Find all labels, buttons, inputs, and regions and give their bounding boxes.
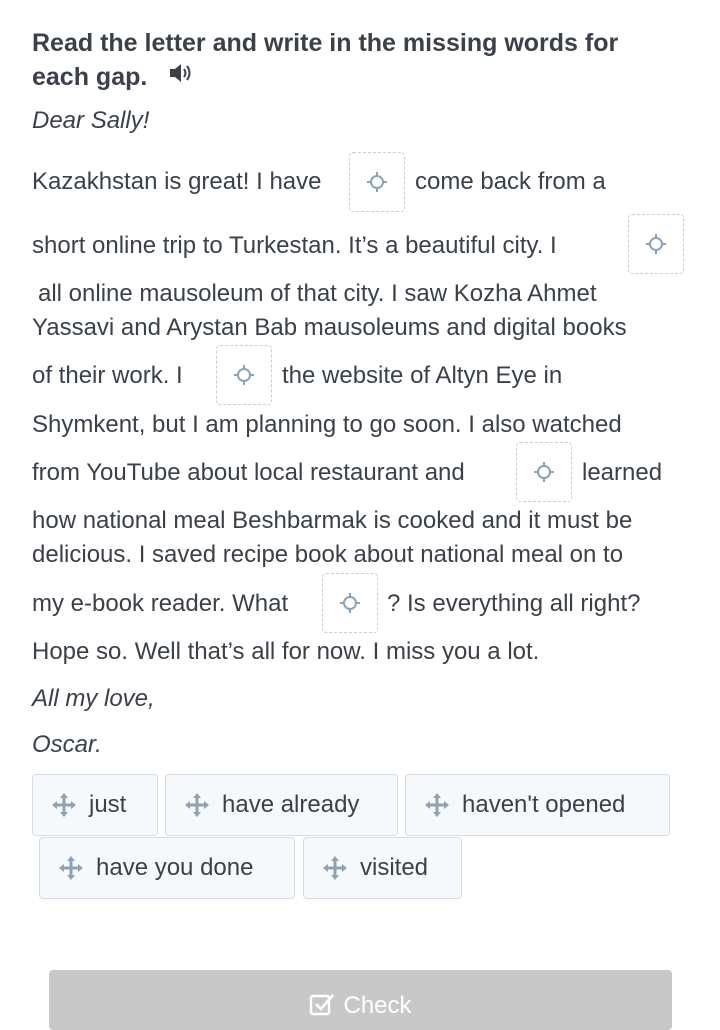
word-chip-just[interactable]: just (32, 774, 158, 836)
move-icon (51, 792, 77, 818)
word-chip-have-already[interactable]: have already (165, 774, 398, 836)
check-button[interactable]: Check (49, 970, 672, 1030)
instruction-line2: each gap. (32, 63, 148, 91)
letter-greeting: Dear Sally! (32, 107, 150, 134)
instruction-title: Read the letter and write in the missing… (32, 26, 682, 94)
move-icon (340, 593, 360, 613)
move-icon (367, 172, 387, 192)
letter-line: Shymkent, but I am planning to go soon. … (32, 411, 622, 438)
letter-line: learned (582, 459, 663, 486)
letter-line: all online mausoleum of that city. I saw… (38, 280, 597, 307)
word-chip-have-you-done[interactable]: have you done (39, 837, 295, 899)
word-chip-havent-opened[interactable]: haven't opened (405, 774, 670, 836)
letter-line: how national meal Beshbarmak is cooked a… (32, 507, 633, 534)
move-icon (646, 234, 666, 254)
word-chip-visited[interactable]: visited (303, 837, 462, 899)
gap-2[interactable] (628, 214, 684, 274)
gap-1[interactable] (349, 152, 405, 212)
gap-3[interactable] (216, 345, 272, 405)
word-chip-label: have you done (96, 854, 254, 881)
letter-line: Hope so. Well that’s all for now. I miss… (32, 638, 540, 665)
word-chip-label: have already (222, 791, 360, 818)
check-icon (310, 994, 335, 1016)
letter-line: come back from a (415, 168, 606, 195)
move-icon (322, 855, 348, 881)
letter-line: my e-book reader. What (32, 590, 289, 617)
gap-4[interactable] (516, 442, 572, 502)
move-icon (184, 792, 210, 818)
speaker-icon[interactable] (168, 59, 192, 93)
move-icon (58, 855, 84, 881)
letter-line: from YouTube about local restaurant and (32, 459, 465, 486)
word-chip-label: haven't opened (462, 791, 626, 818)
letter-line: short online trip to Turkestan. It’s a b… (32, 232, 557, 259)
letter-closing: All my love, (32, 685, 155, 712)
word-chip-label: visited (360, 854, 429, 881)
check-button-label: Check (343, 992, 412, 1019)
letter-line: the website of Altyn Eye in (282, 362, 563, 389)
letter-line: ? Is everything all right? (387, 590, 641, 617)
instruction-line1: Read the letter and write in the missing… (32, 29, 619, 57)
letter-line: delicious. I saved recipe book about nat… (32, 541, 624, 568)
move-icon (424, 792, 450, 818)
word-chip-label: just (89, 791, 127, 818)
letter-line: of their work. I (32, 362, 183, 389)
gap-5[interactable] (322, 573, 378, 633)
move-icon (534, 462, 554, 482)
letter-line: Kazakhstan is great! I have (32, 168, 322, 195)
letter-signature: Oscar. (32, 731, 102, 758)
letter-line: Yassavi and Arystan Bab mausoleums and d… (32, 314, 627, 341)
move-icon (234, 365, 254, 385)
